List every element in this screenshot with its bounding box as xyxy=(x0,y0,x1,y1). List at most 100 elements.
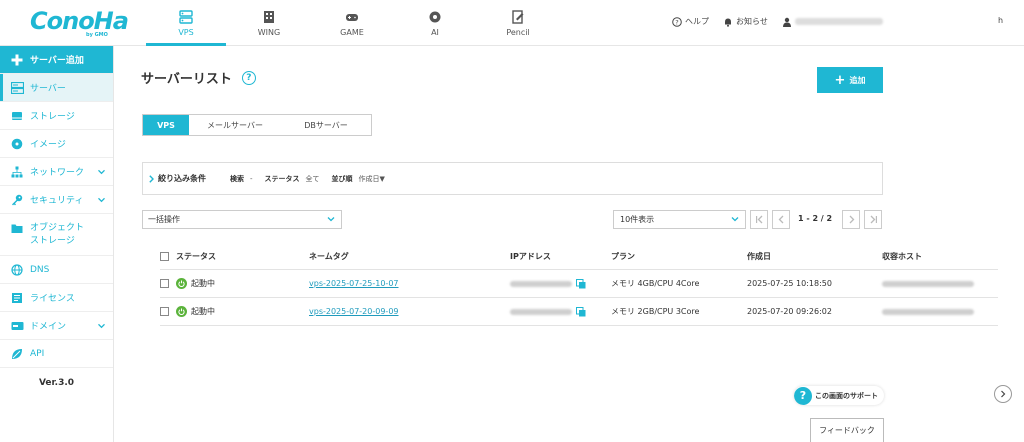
sidebar-item-dns[interactable]: DNS xyxy=(0,256,113,284)
sidebar-item-api[interactable]: API xyxy=(0,340,113,368)
plan-cell: メモリ 4GB/CPU 4Core xyxy=(611,279,700,288)
tab-mail-server[interactable]: メールサーバー xyxy=(189,115,281,135)
tab-label: メールサーバー xyxy=(207,120,263,130)
ip-address-cell xyxy=(510,270,586,297)
server-name-link[interactable]: vps-2025-07-25-10-07 xyxy=(309,279,399,288)
prev-page-button[interactable] xyxy=(772,210,790,229)
chevron-right-icon xyxy=(849,215,854,224)
chevron-right-circle-icon[interactable] xyxy=(994,385,1012,403)
sidebar: サーバー追加 サーバー ストレージ イメージ ネットワーク セキュリティ オブジ… xyxy=(0,46,114,442)
help-circle-icon[interactable]: ? xyxy=(241,70,256,85)
select-all-checkbox[interactable] xyxy=(160,252,169,261)
status-cell: 起動中 xyxy=(176,270,215,297)
filter-sort-label: 並び順 xyxy=(331,174,353,183)
help-link[interactable]: ? ヘルプ xyxy=(672,16,709,27)
nav-vps[interactable]: VPS xyxy=(146,0,226,46)
sidebar-item-label: セキュリティ xyxy=(30,196,84,206)
per-page-select[interactable]: 10件表示 xyxy=(613,210,746,229)
sidebar-item-label: サーバー xyxy=(30,84,66,94)
sidebar-item-label: DNS xyxy=(30,264,50,275)
next-page-button[interactable] xyxy=(842,210,860,229)
sidebar-item-add-server[interactable]: サーバー追加 xyxy=(0,46,113,74)
power-on-icon xyxy=(176,278,187,289)
ai-chip-icon xyxy=(428,10,442,24)
name-tag-cell: vps-2025-07-20-09-09 xyxy=(309,298,399,325)
status-cell: 起動中 xyxy=(176,298,215,325)
domain-icon xyxy=(10,319,24,333)
sidebar-item-network[interactable]: ネットワーク xyxy=(0,158,113,186)
header-name-tag[interactable]: ネームタグ xyxy=(309,244,349,269)
last-page-icon xyxy=(870,215,877,224)
first-page-button[interactable] xyxy=(750,210,768,229)
api-leaf-icon xyxy=(10,347,24,361)
support-label: この画面のサポート xyxy=(815,391,878,400)
page-info: 1 - 2 / 2 xyxy=(798,214,833,223)
nav-label: WING xyxy=(257,27,281,37)
bell-icon xyxy=(725,18,731,27)
row-checkbox-cell xyxy=(160,298,169,325)
sidebar-item-label: オブジェクト ストレージ xyxy=(30,222,84,248)
row-checkbox[interactable] xyxy=(160,279,169,288)
header-ip-address: IPアドレス xyxy=(510,252,551,261)
filter-search-label: 検索 xyxy=(230,174,244,183)
copy-icon[interactable] xyxy=(576,278,586,289)
plus-icon xyxy=(10,53,24,67)
sidebar-item-label: ライセンス xyxy=(30,294,75,304)
header-plan[interactable]: プラン xyxy=(611,244,635,269)
sidebar-item-license[interactable]: ライセンス xyxy=(0,284,113,312)
filter-panel[interactable]: 絞り込み条件 検索 - ステータス 全て 並び順 作成日▼ xyxy=(142,162,883,195)
sidebar-item-label: イメージ xyxy=(30,140,66,150)
page-title-text: サーバーリスト xyxy=(141,72,232,87)
logo-text: ConoHa xyxy=(30,7,129,35)
sidebar-item-image[interactable]: イメージ xyxy=(0,130,113,158)
plus-icon: + xyxy=(834,72,846,88)
bulk-action-label: 一括操作 xyxy=(148,215,180,224)
chevron-down-icon xyxy=(98,323,105,328)
conoha-logo[interactable]: ConoHa by GMO xyxy=(30,7,129,38)
row-checkbox-cell xyxy=(160,270,169,297)
filter-sort-value: 作成日▼ xyxy=(358,174,385,183)
tab-vps[interactable]: VPS xyxy=(143,115,189,135)
svg-text:?: ? xyxy=(675,18,678,26)
feedback-button[interactable]: フィードバック xyxy=(810,418,884,442)
header-created[interactable]: 作成日 xyxy=(747,244,771,269)
row-checkbox[interactable] xyxy=(160,307,169,316)
sidebar-item-server[interactable]: サーバー xyxy=(0,74,113,102)
user-menu[interactable] xyxy=(782,17,883,27)
nav-wing[interactable]: WING xyxy=(229,0,309,46)
server-icon xyxy=(10,81,24,95)
table-row: 起動中 vps-2025-07-20-09-09 メモリ 2GB/CPU 3Co… xyxy=(160,298,998,326)
copy-icon[interactable] xyxy=(576,306,586,317)
nav-pencil[interactable]: Pencil xyxy=(478,0,558,46)
name-tag-cell: vps-2025-07-25-10-07 xyxy=(309,270,399,297)
nav-game[interactable]: GAME xyxy=(312,0,392,46)
sidebar-item-object-storage[interactable]: オブジェクト ストレージ xyxy=(0,214,113,256)
filter-title: 絞り込み条件 xyxy=(158,174,206,183)
table-row: 起動中 vps-2025-07-25-10-07 メモリ 4GB/CPU 4Co… xyxy=(160,270,998,298)
tab-label: DBサーバー xyxy=(304,120,348,130)
nav-ai[interactable]: AI xyxy=(395,0,475,46)
ip-address-cell xyxy=(510,298,586,325)
support-widget[interactable]: ? この画面のサポート xyxy=(794,386,884,405)
status-text: 起動中 xyxy=(191,279,215,288)
first-page-icon xyxy=(755,215,762,224)
sidebar-item-domain[interactable]: ドメイン xyxy=(0,312,113,340)
header-host: 収容ホスト xyxy=(882,252,922,261)
sidebar-item-storage[interactable]: ストレージ xyxy=(0,102,113,130)
server-name-link[interactable]: vps-2025-07-20-09-09 xyxy=(309,307,399,316)
header-status[interactable]: ステータス xyxy=(176,244,216,269)
main-nav: VPS WING GAME AI Pencil xyxy=(146,0,561,46)
key-icon xyxy=(10,193,24,207)
top-bar: ConoHa by GMO VPS WING GAME AI Pencil ? … xyxy=(0,0,1024,46)
notifications-link[interactable]: お知らせ xyxy=(723,16,768,27)
sidebar-item-security[interactable]: セキュリティ xyxy=(0,186,113,214)
tab-db-server[interactable]: DBサーバー xyxy=(281,115,371,135)
nav-label: Pencil xyxy=(506,27,530,37)
server-type-tabs: VPS メールサーバー DBサーバー xyxy=(142,114,372,136)
select-all-checkbox-cell xyxy=(160,244,169,269)
plan-cell: メモリ 2GB/CPU 3Core xyxy=(611,307,700,316)
user-name-redacted xyxy=(794,18,883,25)
last-page-button[interactable] xyxy=(864,210,882,229)
bulk-action-select[interactable]: 一括操作 xyxy=(142,210,342,229)
add-server-button[interactable]: + 追加 xyxy=(817,67,883,93)
